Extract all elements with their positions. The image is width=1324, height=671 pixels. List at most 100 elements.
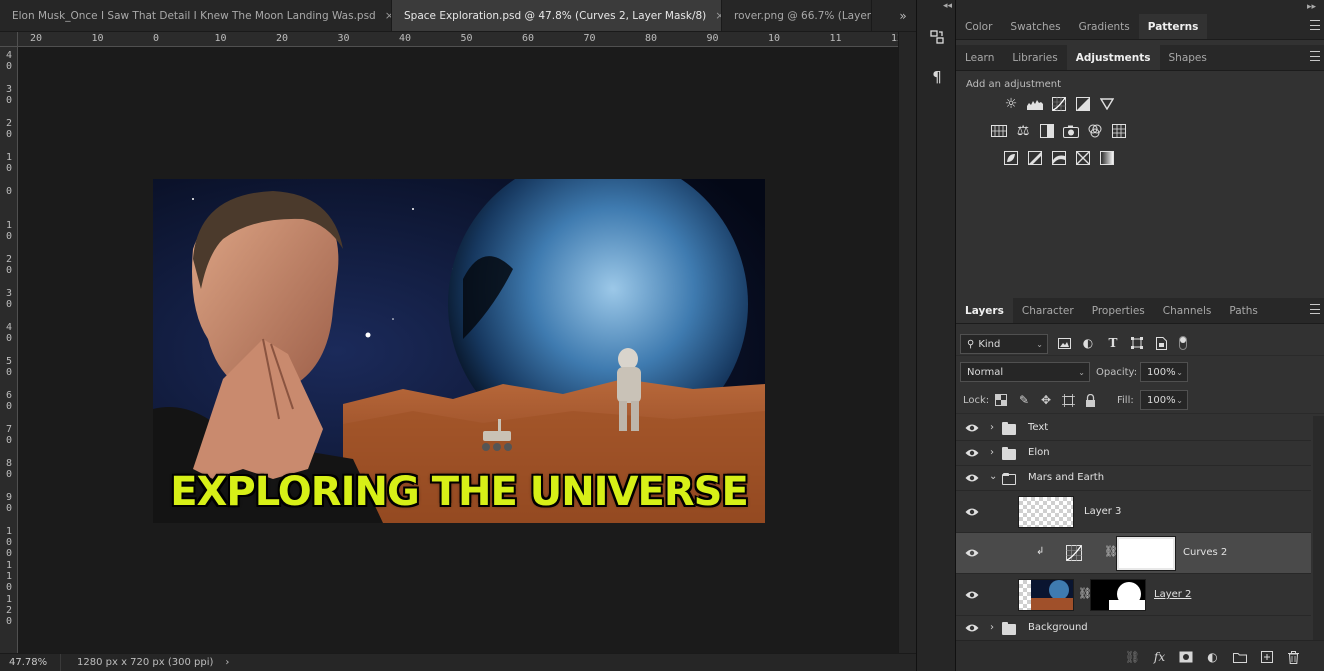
tab-adjustments[interactable]: Adjustments [1066, 45, 1160, 70]
collapse-panels-icon[interactable]: ◂◂ [943, 1, 952, 11]
paragraph-icon[interactable]: ¶ [923, 64, 951, 90]
visibility-eye-icon[interactable] [965, 507, 979, 517]
invert-icon[interactable] [1003, 150, 1019, 166]
document-artwork[interactable]: EXPLORING THE UNIVERSE [153, 179, 765, 523]
curves-adjustment-icon[interactable] [1066, 545, 1082, 564]
new-layer-icon[interactable] [1259, 650, 1274, 664]
visibility-eye-icon[interactable] [965, 548, 979, 558]
visibility-eye-icon[interactable] [965, 473, 979, 483]
layer-mask-thumbnail[interactable] [1116, 536, 1176, 571]
document-tab-rover[interactable]: rover.png @ 66.7% (Layer 1 [722, 0, 872, 31]
layer-row-elon[interactable]: › Elon [956, 441, 1311, 466]
ruler-tick-label: 10 [91, 33, 104, 44]
pixel-layer-filter-icon[interactable] [1056, 335, 1072, 351]
brightness-contrast-icon[interactable]: ☼ [1003, 96, 1019, 112]
status-menu-icon[interactable]: › [225, 657, 229, 668]
layer-row-layer-2[interactable]: ⛓ Layer 2 [956, 574, 1311, 616]
shape-layer-filter-icon[interactable] [1129, 335, 1145, 351]
vibrance-icon[interactable] [1099, 96, 1115, 112]
smart-object-filter-icon[interactable] [1153, 335, 1169, 351]
visibility-eye-icon[interactable] [965, 423, 979, 433]
chevron-down-icon[interactable]: ⌄ [989, 471, 997, 482]
layer-row-mars-and-earth[interactable]: ⌄ Mars and Earth [956, 466, 1311, 491]
tab-shapes[interactable]: Shapes [1160, 45, 1216, 70]
horizontal-ruler[interactable]: 20 10 0 10 20 30 40 50 60 70 80 90 10 11 12 [18, 32, 898, 47]
threshold-icon[interactable] [1051, 150, 1067, 166]
hue-saturation-icon[interactable] [991, 123, 1007, 139]
curves-icon[interactable] [1051, 96, 1067, 112]
adjustment-layer-filter-icon[interactable]: ◐ [1080, 335, 1096, 351]
document-tab-space-exploration[interactable]: Space Exploration.psd @ 47.8% (Curves 2,… [392, 0, 722, 31]
canvas-vertical-scrollbar[interactable] [898, 32, 916, 653]
color-lookup-icon[interactable] [1111, 123, 1127, 139]
close-icon[interactable]: × [715, 9, 721, 22]
tab-gradients[interactable]: Gradients [1070, 14, 1139, 39]
document-tab-elon-musk[interactable]: Elon Musk_Once I Saw That Detail I Knew … [0, 0, 392, 31]
chevron-right-icon[interactable]: › [990, 622, 994, 633]
visibility-eye-icon[interactable] [965, 623, 979, 633]
vertical-ruler[interactable]: 403020100102030405060708090100110120 [0, 47, 18, 653]
black-white-icon[interactable] [1039, 123, 1055, 139]
link-chain-icon[interactable]: ⛓ [1104, 545, 1118, 558]
delete-layer-icon[interactable] [1286, 650, 1301, 664]
tab-properties[interactable]: Properties [1083, 298, 1154, 323]
layer-row-text[interactable]: › Text [956, 416, 1311, 441]
opacity-field[interactable]: 100% ⌄ [1140, 362, 1188, 382]
lock-position-icon[interactable]: ✥ [1039, 393, 1053, 407]
posterize-icon[interactable] [1027, 150, 1043, 166]
color-balance-icon[interactable]: ⚖ [1015, 123, 1031, 139]
new-adjustment-layer-icon[interactable]: ◐ [1205, 650, 1220, 664]
add-mask-icon[interactable] [1178, 650, 1193, 664]
tab-libraries[interactable]: Libraries [1003, 45, 1066, 70]
layer-row-curves-2[interactable]: ↲ ⛓ Curves 2 [956, 533, 1311, 574]
canvas-area[interactable]: EXPLORING THE UNIVERSE [18, 47, 898, 653]
tab-character[interactable]: Character [1013, 298, 1083, 323]
panel-menu-icon[interactable] [1310, 51, 1320, 61]
ruler-origin[interactable] [0, 32, 18, 47]
chevron-right-icon[interactable]: › [990, 422, 994, 433]
blend-mode-select[interactable]: Normal ⌄ [960, 362, 1090, 382]
tab-learn[interactable]: Learn [956, 45, 1003, 70]
chevron-right-icon[interactable]: › [990, 447, 994, 458]
collapse-dock-icon[interactable]: ▸▸ [1307, 2, 1316, 12]
lock-transparent-pixels-icon[interactable] [994, 393, 1008, 407]
ruler-tick-label: 20 [30, 33, 43, 44]
panel-menu-icon[interactable] [1310, 20, 1320, 30]
exposure-icon[interactable] [1075, 96, 1091, 112]
layer-row-background[interactable]: › Background [956, 616, 1311, 640]
close-icon[interactable]: × [385, 9, 391, 22]
visibility-eye-icon[interactable] [965, 590, 979, 600]
channel-mixer-icon[interactable] [1087, 123, 1103, 139]
tab-layers[interactable]: Layers [956, 298, 1013, 323]
lock-image-pixels-icon[interactable]: ✎ [1017, 393, 1031, 407]
new-group-icon[interactable] [1232, 650, 1247, 664]
zoom-level[interactable]: 47.78% [0, 657, 60, 668]
visibility-eye-icon[interactable] [965, 448, 979, 458]
type-layer-filter-icon[interactable]: T [1105, 335, 1121, 351]
fill-field[interactable]: 100% ⌄ [1140, 390, 1188, 410]
gradient-map-icon[interactable] [1099, 150, 1115, 166]
tab-swatches[interactable]: Swatches [1001, 14, 1069, 39]
tab-color[interactable]: Color [956, 14, 1001, 39]
panel-menu-icon[interactable] [1310, 304, 1320, 314]
tab-overflow-icon[interactable]: » [894, 0, 912, 32]
history-icon[interactable] [923, 24, 951, 50]
tab-channels[interactable]: Channels [1154, 298, 1221, 323]
tab-paths[interactable]: Paths [1220, 298, 1267, 323]
layer-row-layer-3[interactable]: Layer 3 [956, 491, 1311, 533]
tab-patterns[interactable]: Patterns [1138, 14, 1208, 39]
layer-mask-thumbnail[interactable] [1090, 579, 1146, 611]
lock-artboard-icon[interactable] [1061, 393, 1075, 407]
selective-color-icon[interactable] [1075, 150, 1091, 166]
link-layers-icon[interactable]: ⛓ [1125, 650, 1140, 664]
lock-all-icon[interactable] [1083, 393, 1097, 407]
layer-style-icon[interactable]: fx [1152, 650, 1167, 664]
filter-toggle-icon[interactable] [1175, 335, 1191, 351]
layer-filter-kind-select[interactable]: ⚲ Kind ⌄ [960, 334, 1048, 354]
layers-scrollbar[interactable] [1313, 416, 1324, 640]
photo-filter-icon[interactable] [1063, 123, 1079, 139]
levels-icon[interactable] [1027, 96, 1043, 112]
ruler-tick-label: 20 [276, 33, 289, 44]
layer-thumbnail[interactable] [1018, 496, 1074, 528]
layer-thumbnail[interactable] [1018, 579, 1074, 611]
